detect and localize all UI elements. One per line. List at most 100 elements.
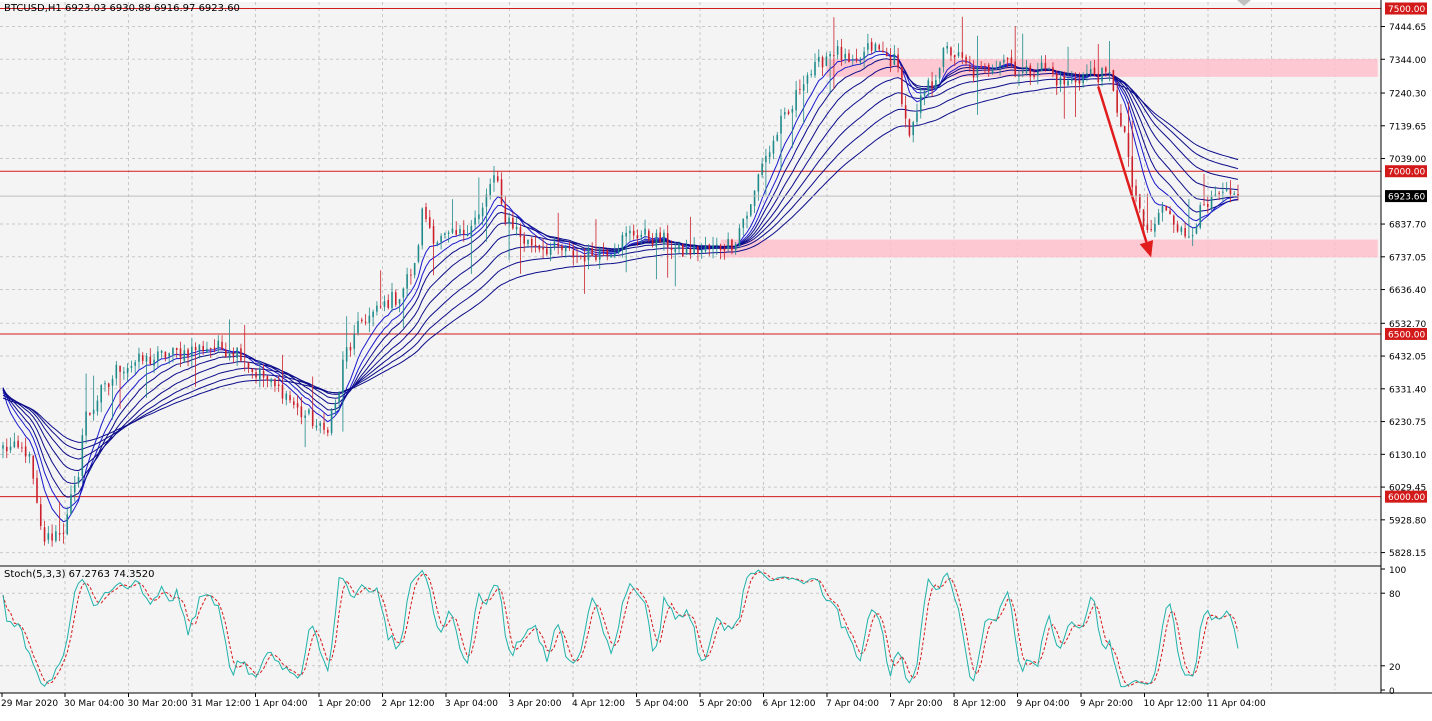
candle-body [440,235,442,243]
candle-body [731,239,733,251]
candle-body [576,255,578,257]
candle-body [209,348,212,350]
candle-body [870,42,873,51]
price-tick-label: 6130.10 [1389,451,1426,461]
candle-body [51,533,53,541]
stochastic-panel[interactable] [0,567,1381,693]
candle-body [119,365,121,372]
candle-body [428,217,431,228]
candle-body [897,54,899,68]
candle-body [225,349,227,357]
candle-body [995,67,998,69]
candle-body [776,134,779,141]
candle-body [376,305,378,312]
candle-body [451,228,454,233]
candle-body [987,64,990,72]
candle-body [111,379,114,386]
candle-body [1055,73,1058,86]
chart-window[interactable]: 7444.65 7344.00 7240.30 7139.65 7039.00 6837.… [0,0,1432,717]
candle-body [753,190,756,207]
time-tick-label: 29 Mar 2020 [1,699,58,709]
price-zone [720,239,1378,258]
level-price-label: 6500.00 [1388,330,1425,340]
candle-body [368,315,371,323]
candle-body [1101,67,1103,82]
candle-body [935,80,937,89]
candle-body [727,238,729,249]
candle-body [66,514,69,535]
candle-body [961,52,964,58]
candle-body [1108,71,1111,74]
candle-body [481,207,484,217]
candle-body [394,292,397,305]
candle-body [1014,61,1016,75]
candle-body [1037,71,1039,76]
candle-body [364,321,367,323]
chart-canvas[interactable]: 7444.65 7344.00 7240.30 7139.65 7039.00 6837.… [0,0,1432,717]
candle-body [17,440,19,448]
candle-body [410,274,412,276]
candle-body [908,119,911,136]
candle-body [289,395,291,401]
candle-body [194,346,197,351]
time-tick-label: 30 Mar 04:00 [64,699,124,709]
candle-body [1191,235,1194,237]
candle-body [610,254,612,258]
candle-body [398,299,401,304]
candle-body [281,384,284,399]
candle-body [1135,185,1137,197]
candle-body [772,140,775,154]
candle-body [549,248,552,255]
candle-body [863,51,865,60]
candle-body [43,527,46,542]
candle-body [833,55,835,57]
candle-body [421,208,424,246]
candle-body [157,351,159,361]
candle-body [519,227,522,238]
current-price-label: 6923.60 [1388,193,1425,203]
candle-body [1206,203,1209,207]
candle-body [36,477,38,503]
time-tick-label: 5 Apr 04:00 [636,699,689,709]
candle-body [829,54,831,57]
candle-body [557,243,559,247]
candle-body [21,447,23,449]
time-tick-label: 2 Apr 12:00 [382,699,435,709]
candle-body [470,225,473,236]
candle-body [625,232,627,237]
candle-body [1089,69,1092,74]
time-tick-label: 8 Apr 12:00 [953,699,1006,709]
candle-body [749,204,752,216]
candle-body [70,494,72,514]
candle-body [546,248,548,255]
candle-body [1040,62,1043,72]
candle-body [1229,189,1232,195]
price-panel[interactable] [0,2,1381,565]
candle-body [965,56,967,64]
candle-body [1150,229,1152,231]
candle-body [632,230,635,236]
candle-body [723,248,726,251]
candle-body [436,242,439,245]
candle-body [780,115,782,134]
candle-body [542,247,544,250]
candle-body [327,429,329,433]
candle-body [1127,133,1130,158]
candle-body [330,410,333,433]
candle-body [1059,77,1062,85]
candle-body [734,244,737,251]
candle-body [1222,191,1224,193]
candle-body [712,245,714,250]
time-tick-label: 4 Apr 12:00 [572,699,625,709]
candle-body [1172,215,1175,225]
candle-body [629,230,631,234]
candle-body [73,484,76,493]
candle-body [145,355,148,362]
candle-body [413,262,416,276]
candle-body [848,53,850,62]
candle-body [806,75,809,84]
candle-body [1071,79,1073,82]
time-tick-label: 9 Apr 20:00 [1080,699,1133,709]
price-tick-label: 6636.40 [1389,286,1426,296]
candle-body [489,184,492,196]
